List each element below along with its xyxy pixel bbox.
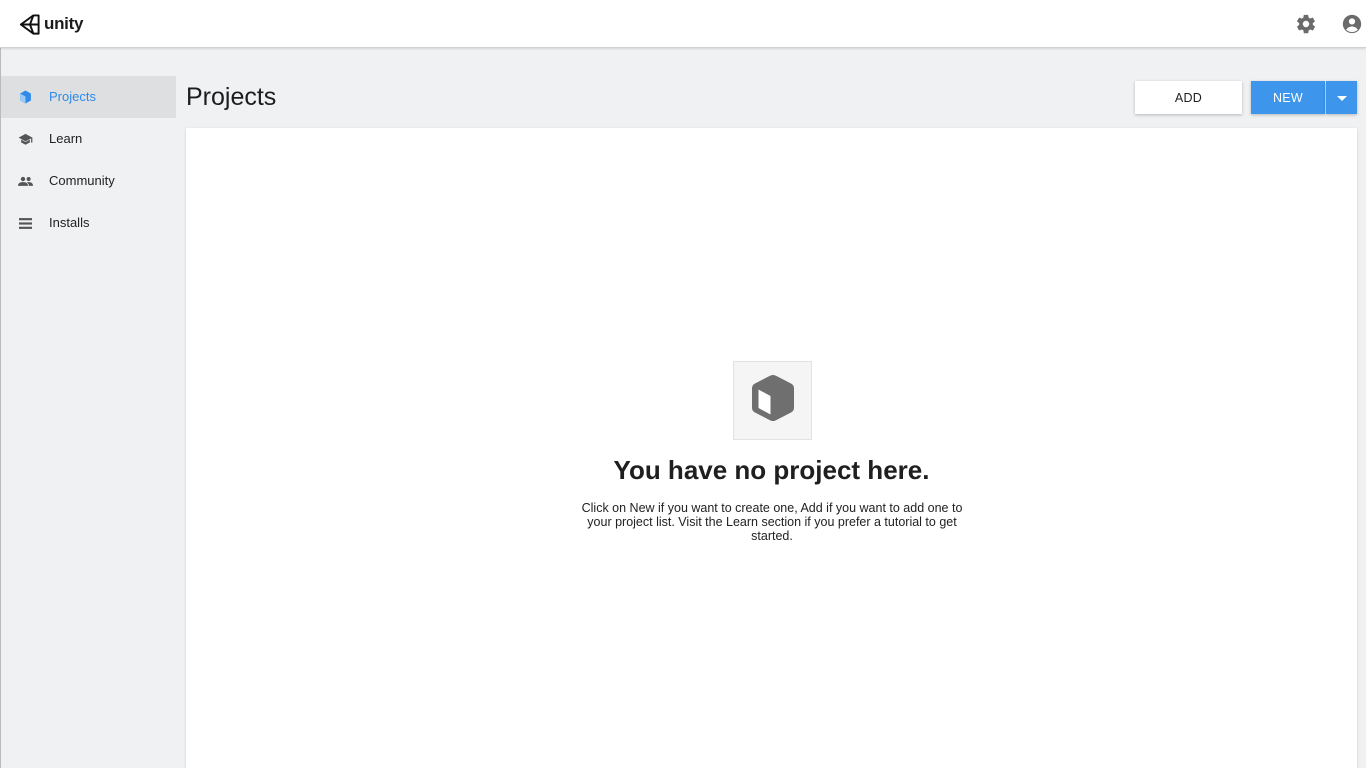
page-title: Projects	[186, 83, 277, 111]
empty-state-description: Click on New if you want to create one, …	[581, 501, 963, 543]
sidebar-item-label: Projects	[49, 89, 96, 104]
caret-down-icon	[1336, 90, 1347, 105]
logo-text: unity	[44, 14, 84, 33]
account-circle-icon[interactable]	[1340, 12, 1364, 36]
top-bar: unity	[0, 0, 1366, 48]
new-dropdown-button[interactable]	[1326, 81, 1357, 114]
empty-state-title: You have no project here.	[613, 455, 930, 485]
projects-panel: You have no project here. Click on New i…	[186, 128, 1357, 768]
cube-icon	[750, 373, 796, 428]
empty-state-icon-box	[733, 361, 812, 440]
unity-logo-icon	[18, 13, 41, 36]
sidebar-item-label: Installs	[49, 215, 90, 230]
sidebar-item-projects[interactable]: Projects	[1, 76, 176, 118]
unity-logo[interactable]: unity	[18, 11, 83, 37]
sidebar-item-label: Community	[49, 173, 115, 188]
list-icon	[17, 215, 33, 231]
sidebar-item-label: Learn	[49, 131, 83, 146]
sidebar-item-installs[interactable]: Installs	[1, 202, 176, 244]
new-button[interactable]: NEW	[1251, 81, 1325, 114]
add-button[interactable]: ADD	[1135, 81, 1242, 114]
sidebar-item-community[interactable]: Community	[1, 160, 176, 202]
cube-icon	[17, 89, 33, 105]
graduation-cap-icon	[17, 131, 33, 147]
gear-icon[interactable]	[1294, 12, 1318, 36]
sidebar-item-learn[interactable]: Learn	[1, 118, 176, 160]
sidebar: Projects Learn Community Installs	[1, 48, 177, 768]
people-icon	[17, 173, 33, 189]
